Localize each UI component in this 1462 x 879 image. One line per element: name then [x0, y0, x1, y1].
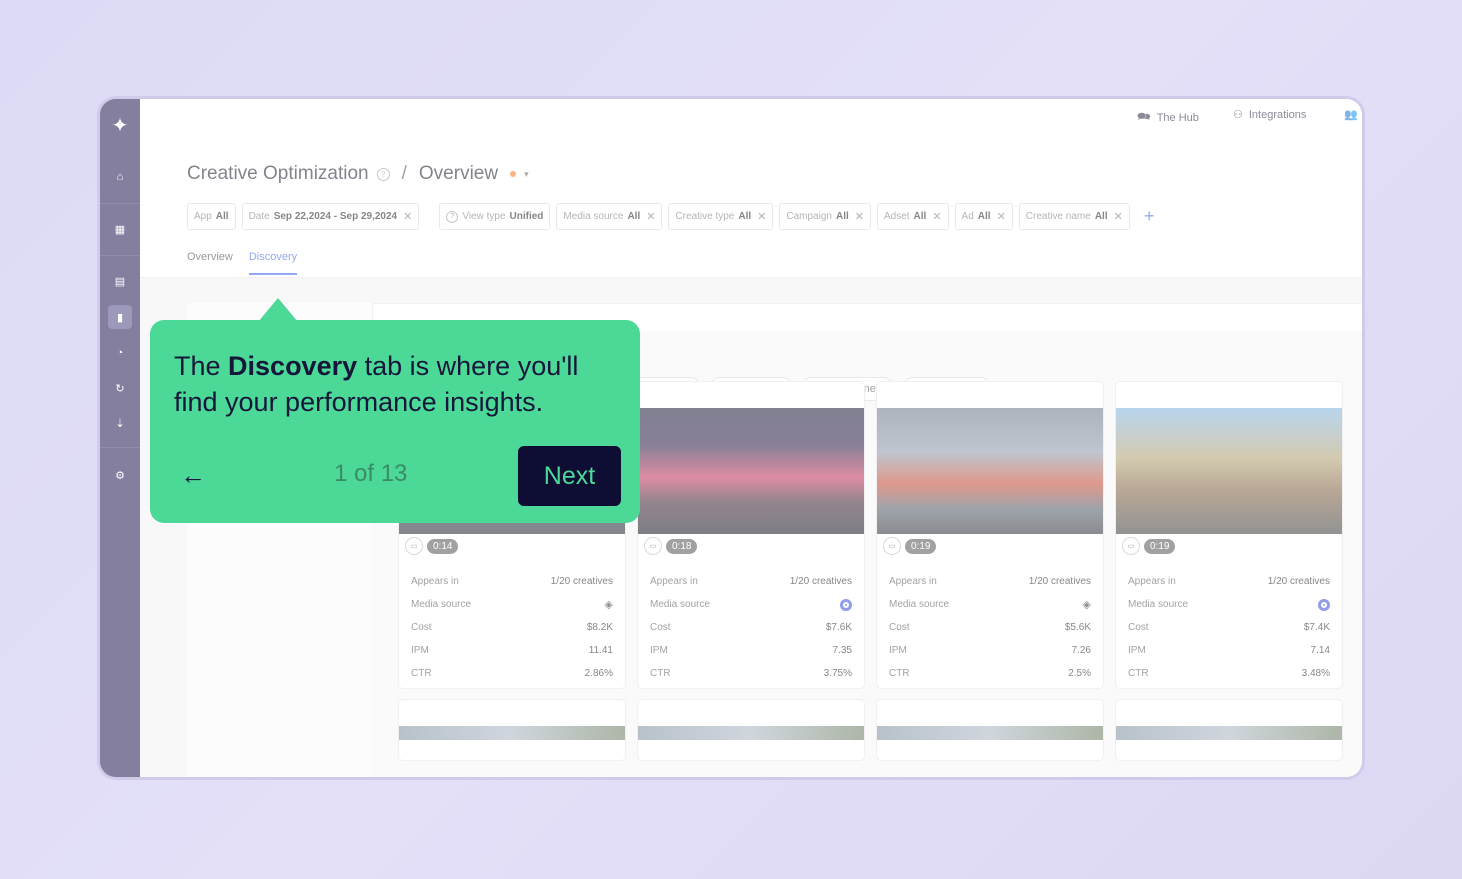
home-icon[interactable]: ⌂ [108, 165, 132, 189]
creative-card[interactable] [398, 699, 626, 761]
filter-chip-media-source[interactable]: Media source All ✕ [556, 203, 663, 230]
close-icon[interactable]: ✕ [932, 210, 941, 223]
audience-icon[interactable]: ◔ [108, 341, 132, 365]
network-icon [1318, 598, 1330, 611]
video-duration: 0:14 [427, 538, 459, 554]
close-icon[interactable]: ✕ [855, 210, 864, 223]
close-icon[interactable]: ✕ [997, 210, 1006, 223]
creative-card[interactable]: ▭ 0:19 Appears in 1/20 creatives Media sourc… [876, 381, 1104, 689]
tab-bar: Overview Discovery [187, 251, 298, 275]
help-icon[interactable]: ? [376, 167, 390, 181]
users-icon[interactable]: 👥 [1344, 108, 1358, 121]
video-thumbnail[interactable] [399, 726, 625, 740]
metric-row-appears: Appears in 1/20 creatives [889, 576, 1091, 587]
creative-card[interactable]: ▭ 0:18 Appears in 1/20 creatives Media sourc… [637, 381, 865, 689]
creative-card[interactable] [876, 699, 1104, 761]
dashboard-name[interactable]: Overview [419, 163, 498, 185]
filter-chip-view-type[interactable]: ? View type Unified [439, 203, 551, 230]
sidebar: ✦ ⌂ ▦ ▤ ▮ ◔ ↻ ⇣ ⚙ [100, 99, 140, 777]
metric-row-cost: Cost $5.6K [889, 622, 1091, 633]
filter-chip-app[interactable]: App All [187, 203, 236, 230]
tour-tooltip: The Discovery tab is where you'll find y… [150, 298, 640, 523]
creative-card[interactable] [1115, 699, 1343, 761]
help-icon: ? [446, 210, 459, 223]
unity-icon: ◈ [604, 599, 613, 611]
metric-row-cost: Cost $7.6K [650, 622, 852, 633]
logo-icon[interactable]: ✦ [108, 113, 132, 137]
metric-row-ipm: IPM 7.26 [889, 645, 1091, 656]
video-thumbnail[interactable] [1116, 408, 1342, 534]
close-icon[interactable]: ✕ [403, 210, 412, 223]
video-camera-icon: ▭ [644, 537, 662, 555]
metric-row-appears: Appears in 1/20 creatives [1128, 576, 1330, 587]
filter-chip-ad[interactable]: Ad All ✕ [954, 203, 1013, 230]
metric-row-appears: Appears in 1/20 creatives [411, 576, 613, 587]
metric-row-ctr: CTR 3.75% [650, 668, 852, 679]
video-thumbnail[interactable] [877, 726, 1103, 740]
chevron-down-icon[interactable]: ▾ [524, 169, 529, 180]
report-icon[interactable]: ▤ [108, 269, 132, 293]
tab-overview[interactable]: Overview [187, 251, 233, 275]
metric-row-media: Media source ◈ [889, 599, 1091, 611]
video-thumbnail[interactable] [638, 408, 864, 534]
the-hub-link[interactable]: 🗪 The Hub [1137, 108, 1199, 127]
close-icon[interactable]: ✕ [1114, 210, 1123, 223]
unsaved-status-dot [510, 171, 517, 177]
unity-icon: ◈ [1082, 599, 1091, 611]
metric-row-cost: Cost $8.2K [411, 622, 613, 633]
metric-row-ipm: IPM 7.14 [1128, 645, 1330, 656]
dashboard-icon[interactable]: ▦ [108, 217, 132, 241]
filter-chip-adset[interactable]: Adset All ✕ [876, 203, 949, 230]
integrations-link[interactable]: ⚇ Integrations [1233, 108, 1306, 122]
metric-row-media: Media source [1128, 593, 1330, 616]
filter-bar: App All Date Sep 22,2024 - Sep 29,2024 ✕ ? Vie… [187, 203, 1154, 230]
creative-card[interactable] [637, 699, 865, 761]
video-duration: 0:19 [1144, 538, 1176, 554]
metric-row-ipm: IPM 11.41 [411, 645, 613, 656]
filter-chip-campaign[interactable]: Campaign All ✕ [779, 203, 871, 230]
top-bar: 🗪 The Hub ⚇ Integrations 👥 [140, 99, 1362, 134]
settings-icon[interactable]: ⚙ [108, 463, 132, 487]
puzzle-icon: ⚇ [1233, 109, 1243, 121]
download-icon[interactable]: ⇣ [108, 411, 132, 435]
analytics-icon[interactable]: ▮ [108, 305, 132, 329]
back-arrow-icon[interactable]: ← [180, 460, 206, 491]
filter-chip-creative-name[interactable]: Creative name All ✕ [1018, 203, 1130, 230]
close-icon[interactable]: ✕ [646, 210, 655, 223]
metric-row-ctr: CTR 3.48% [1128, 668, 1330, 679]
filter-chip-date[interactable]: Date Sep 22,2024 - Sep 29,2024 ✕ [241, 203, 420, 230]
next-button[interactable]: Next [518, 446, 621, 506]
tab-discovery[interactable]: Discovery [248, 251, 298, 275]
add-filter-button[interactable]: + [1144, 203, 1155, 230]
video-camera-icon: ▭ [1122, 537, 1140, 555]
video-camera-icon: ▭ [405, 537, 423, 555]
page-title: Creative Optimization ? / Overview ▾ [187, 163, 529, 185]
close-icon[interactable]: ✕ [757, 210, 766, 223]
sync-icon[interactable]: ↻ [108, 376, 132, 400]
video-thumbnail[interactable] [638, 726, 864, 740]
network-icon [840, 598, 852, 611]
metric-row-ctr: CTR 2.86% [411, 668, 613, 679]
video-duration: 0:18 [666, 538, 698, 554]
chat-icon: 🗪 [1137, 111, 1151, 123]
video-thumbnail[interactable] [1116, 726, 1342, 740]
filter-chip-creative-type[interactable]: Creative type All ✕ [668, 203, 774, 230]
video-thumbnail[interactable] [877, 408, 1103, 534]
metric-row-appears: Appears in 1/20 creatives [650, 576, 852, 587]
metric-row-ipm: IPM 7.35 [650, 645, 852, 656]
metric-row-ctr: CTR 2.5% [889, 668, 1091, 679]
video-duration: 0:19 [905, 538, 937, 554]
tooltip-message: The Discovery tab is where you'll find y… [174, 351, 579, 417]
metric-row-media: Media source [650, 593, 852, 616]
tooltip-arrow [258, 298, 298, 322]
metric-row-media: Media source ◈ [411, 599, 613, 611]
video-camera-icon: ▭ [883, 537, 901, 555]
metric-row-cost: Cost $7.4K [1128, 622, 1330, 633]
step-counter: 1 of 13 [334, 460, 408, 487]
creative-card[interactable]: ▭ 0:19 Appears in 1/20 creatives Media sourc… [1115, 381, 1343, 689]
